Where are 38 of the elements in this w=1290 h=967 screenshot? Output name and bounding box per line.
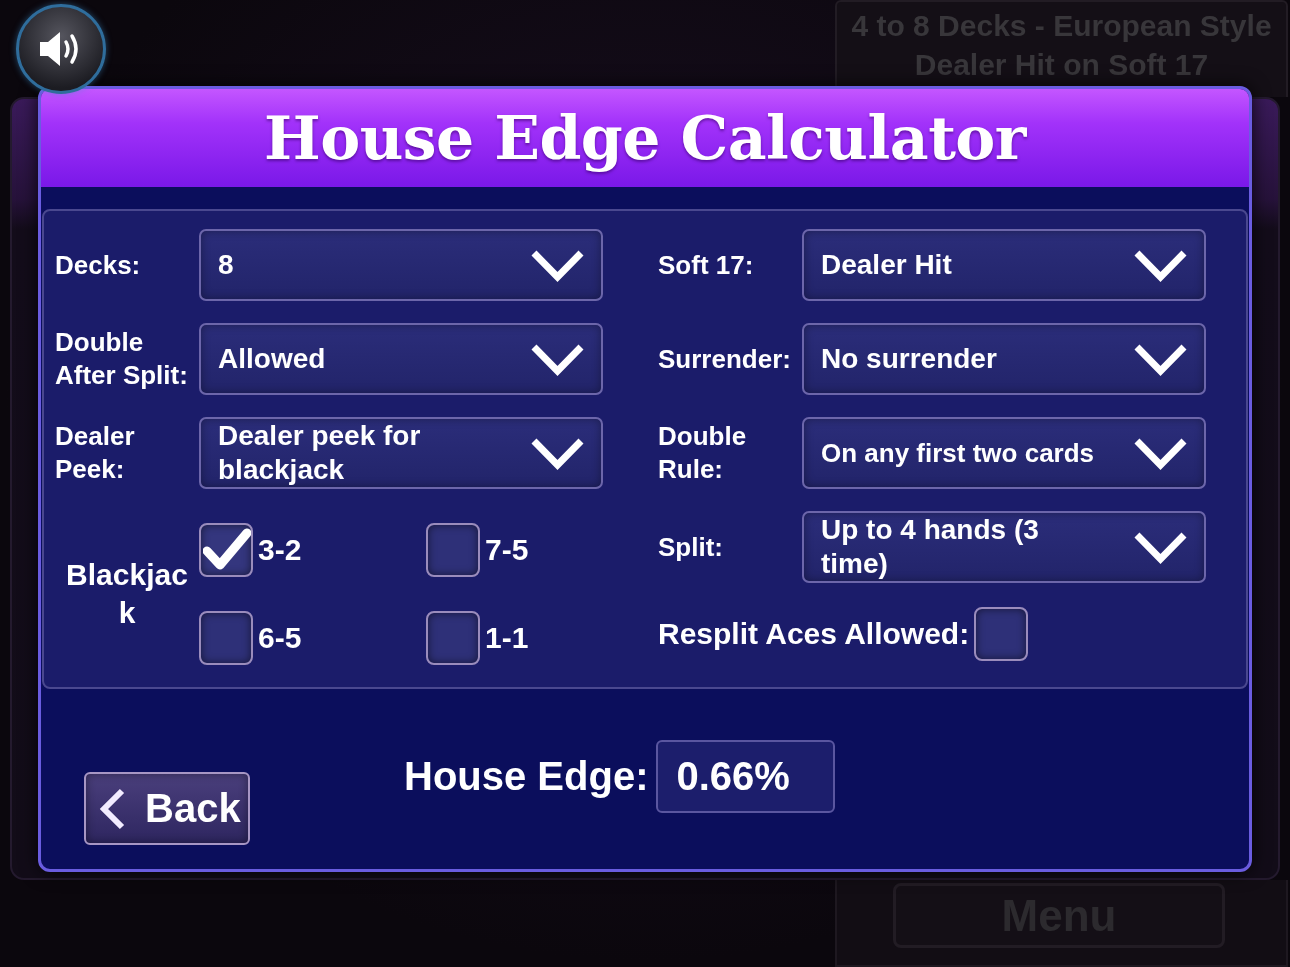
chevron-left-icon — [97, 786, 127, 831]
chevron-down-icon — [1133, 436, 1188, 470]
field-label: Split: — [658, 530, 724, 564]
dropdown[interactable]: Dealer Hit — [802, 229, 1206, 301]
chevron-down-icon — [1133, 342, 1188, 376]
chevron-down-icon — [530, 342, 585, 376]
checkbox-label: Resplit Aces Allowed: — [658, 617, 970, 651]
field-label: Decks: — [55, 248, 142, 282]
checkbox-label: 6-5 — [258, 621, 302, 655]
dropdown[interactable]: On any first two cards — [802, 417, 1206, 489]
field-label: Dealer Peek: — [55, 420, 136, 486]
chevron-down-icon — [1133, 530, 1188, 564]
dropdown[interactable]: Dealer peek for blackjack — [199, 417, 603, 489]
dropdown[interactable]: Allowed — [199, 323, 603, 395]
checkbox-label: 3-2 — [258, 533, 302, 567]
house-edge-label: House Edge: — [404, 754, 649, 799]
checkbox[interactable] — [426, 611, 480, 665]
checkbox[interactable] — [199, 611, 253, 665]
dropdown[interactable]: Up to 4 hands (3 time) — [802, 511, 1206, 583]
payout-label: Blackjack — [65, 557, 189, 631]
field-label: Surrender: — [658, 342, 792, 376]
field-label: Double Rule: — [658, 420, 748, 486]
chevron-down-icon — [1133, 248, 1188, 282]
checkbox-label: 1-1 — [485, 621, 529, 655]
checkbox[interactable] — [426, 523, 480, 577]
field-label: Soft 17: — [658, 248, 755, 282]
chevron-down-icon — [530, 436, 585, 470]
back-button[interactable]: Back — [84, 772, 250, 845]
chevron-down-icon — [530, 248, 585, 282]
house-edge-value: 0.66% — [656, 740, 836, 813]
field-label: Double After Split: — [55, 326, 189, 392]
sound-button[interactable] — [16, 4, 106, 94]
dropdown[interactable]: 8 — [199, 229, 603, 301]
dialog-title: House Edge Calculator — [264, 103, 1026, 173]
dropdown[interactable]: No surrender — [802, 323, 1206, 395]
checkbox-label: 7-5 — [485, 533, 529, 567]
checkbox[interactable] — [199, 523, 253, 577]
checkbox[interactable] — [974, 607, 1029, 661]
